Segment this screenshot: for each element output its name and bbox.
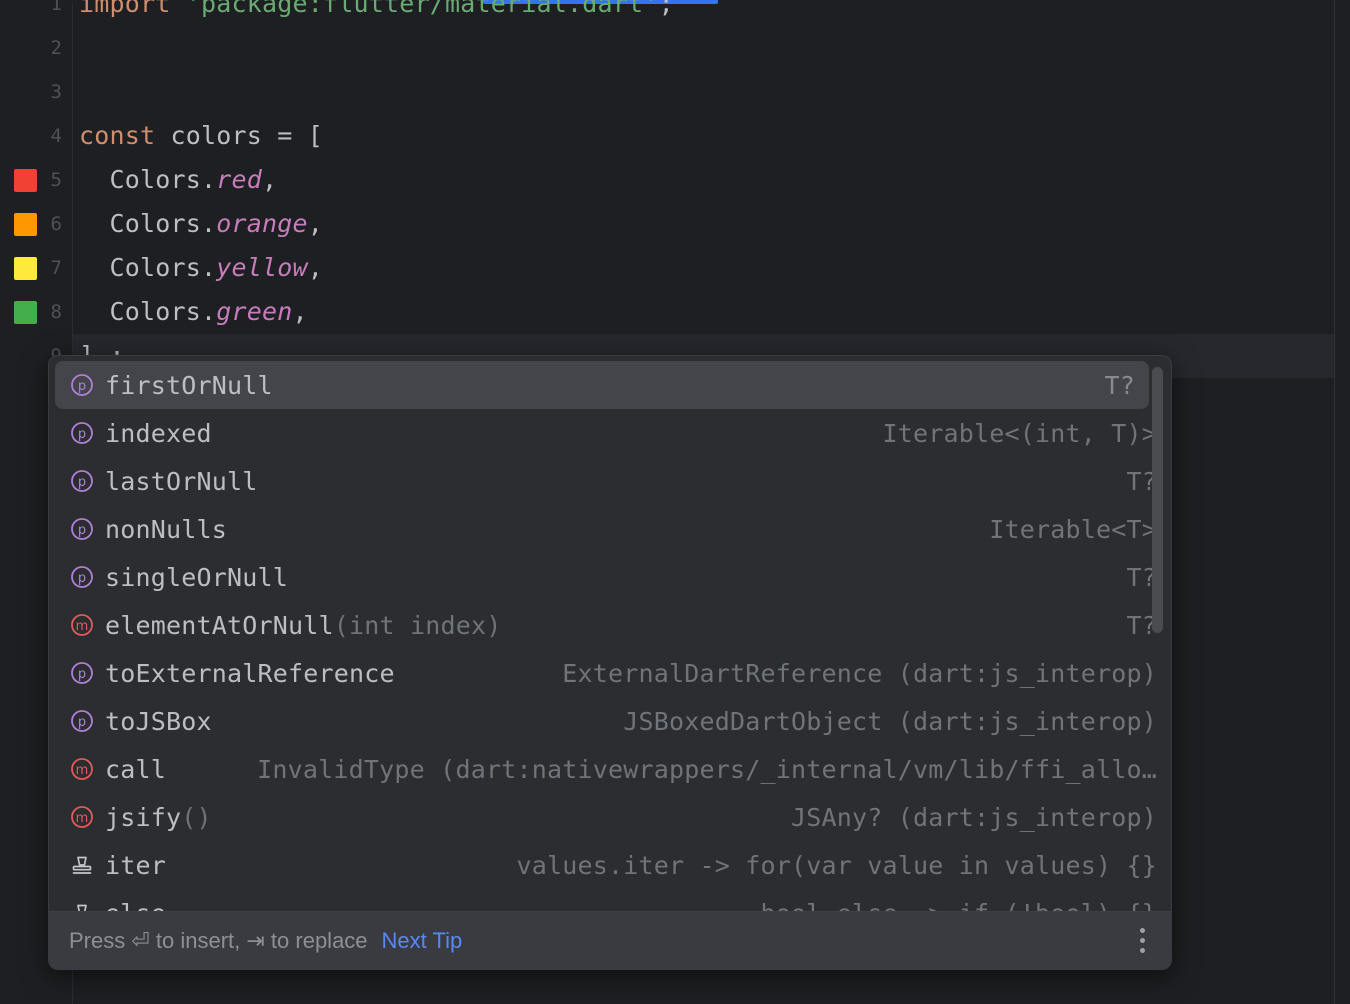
- completion-item-name: lastOrNull: [105, 466, 258, 496]
- code-line[interactable]: Colors.green,: [73, 290, 1334, 334]
- gutter-line-number: 2: [50, 37, 62, 59]
- completion-item[interactable]: p indexed Iterable<(int, T)>: [49, 409, 1171, 457]
- completion-item-type: JSBoxedDartObject (dart:js_interop): [623, 706, 1157, 736]
- completion-item-name: singleOrNull: [105, 562, 289, 592]
- color-swatch-icon[interactable]: [14, 169, 37, 192]
- completion-item-name: toExternalReference: [105, 658, 395, 688]
- completion-item-name: nonNulls: [105, 514, 228, 544]
- completion-item-type: T?: [1104, 370, 1135, 400]
- property-icon: p: [67, 418, 97, 448]
- completion-item[interactable]: p singleOrNull T?: [49, 553, 1171, 601]
- svg-text:p: p: [78, 475, 86, 490]
- code-completion-popup[interactable]: p firstOrNull T? p indexed Iterable<(int, T)>…: [48, 355, 1172, 970]
- completion-item[interactable]: iter values.iter -> for(var value in valu…: [49, 841, 1171, 889]
- next-tip-link[interactable]: Next Tip: [382, 928, 463, 954]
- svg-text:m: m: [76, 619, 89, 634]
- completion-item-name: jsify: [105, 802, 182, 832]
- more-options-icon[interactable]: [1129, 924, 1155, 958]
- color-swatch-icon[interactable]: [14, 213, 37, 236]
- code-token-kw: import: [79, 0, 186, 18]
- code-line[interactable]: [73, 26, 1334, 70]
- completion-footer: Press ⏎ to insert, ⇥ to replace Next Tip: [49, 911, 1171, 969]
- code-token-prop: yellow: [216, 253, 308, 282]
- property-icon: p: [67, 514, 97, 544]
- code-token-punc: ,: [307, 253, 324, 282]
- code-token-kw: const: [79, 121, 171, 150]
- code-line[interactable]: Colors.yellow,: [73, 246, 1334, 290]
- completion-item-name: elementAtOrNull: [105, 610, 334, 640]
- method-icon: m: [67, 754, 97, 784]
- code-line[interactable]: import 'package:flutter/material.dart';: [73, 0, 1334, 26]
- completion-item-name: toJSBox: [105, 706, 212, 736]
- code-token-str: 'package:flutter/material.dart': [185, 0, 659, 18]
- completion-item[interactable]: p lastOrNull T?: [49, 457, 1171, 505]
- code-token-plain: Colors.: [79, 253, 217, 282]
- property-icon: p: [67, 562, 97, 592]
- completion-item[interactable]: m jsify() JSAny? (dart:js_interop): [49, 793, 1171, 841]
- completion-item-type: ExternalDartReference (dart:js_interop): [562, 658, 1157, 688]
- completion-item-type: JSAny? (dart:js_interop): [790, 802, 1157, 832]
- completion-item-params: (): [181, 802, 212, 832]
- completion-item-type: Iterable<(int, T)>: [882, 418, 1157, 448]
- svg-text:p: p: [78, 571, 86, 586]
- svg-text:p: p: [78, 667, 86, 682]
- completion-scrollbar[interactable]: [1150, 361, 1164, 916]
- code-token-plain: Colors.: [79, 297, 217, 326]
- completion-item[interactable]: p toJSBox JSBoxedDartObject (dart:js_inter…: [49, 697, 1171, 745]
- code-token-plain: Colors.: [79, 165, 217, 194]
- svg-text:p: p: [78, 715, 86, 730]
- completion-item-name: iter: [105, 850, 167, 880]
- code-token-prop: orange: [216, 209, 308, 238]
- completion-item-type: Iterable<T>: [989, 514, 1157, 544]
- color-swatch-icon[interactable]: [14, 257, 37, 280]
- property-icon: p: [67, 370, 97, 400]
- completion-item-name: call: [105, 754, 167, 784]
- completion-item-name: firstOrNull: [105, 370, 273, 400]
- completion-item-type: InvalidType (dart:nativewrappers/_intern…: [257, 754, 1157, 784]
- completion-item-type: values.iter -> for(var value in values) …: [516, 850, 1157, 880]
- completion-item-list[interactable]: p firstOrNull T? p indexed Iterable<(int, T)>…: [49, 361, 1171, 916]
- svg-text:m: m: [76, 811, 89, 826]
- svg-text:m: m: [76, 763, 89, 778]
- gutter-line-number: 4: [50, 125, 62, 147]
- property-icon: p: [67, 706, 97, 736]
- code-token-punc: ,: [262, 165, 278, 194]
- live-template-icon: [67, 850, 97, 880]
- method-icon: m: [67, 802, 97, 832]
- svg-text:p: p: [78, 427, 86, 442]
- completion-item[interactable]: m elementAtOrNull (int index) T?: [49, 601, 1171, 649]
- code-line[interactable]: Colors.orange,: [73, 202, 1334, 246]
- completion-hint-text: Press ⏎ to insert, ⇥ to replace: [69, 927, 368, 953]
- completion-item[interactable]: m call InvalidType (dart:nativewrappers/_i…: [49, 745, 1171, 793]
- method-icon: m: [67, 610, 97, 640]
- code-token-prop: red: [216, 165, 263, 194]
- code-token-prop: green: [216, 297, 293, 326]
- property-icon: p: [67, 466, 97, 496]
- gutter-line-number: 1: [50, 0, 62, 15]
- completion-item-name: indexed: [105, 418, 212, 448]
- code-line[interactable]: [73, 70, 1334, 114]
- code-line[interactable]: Colors.red,: [73, 158, 1334, 202]
- editor-scrollbar-strip[interactable]: [1335, 0, 1350, 1004]
- code-token-punc: ,: [292, 297, 308, 326]
- code-token-plain: colors = [: [170, 121, 324, 150]
- completion-item[interactable]: p firstOrNull T?: [55, 361, 1149, 409]
- completion-item-params: (int index): [333, 610, 502, 640]
- color-swatch-icon[interactable]: [14, 301, 37, 324]
- svg-text:p: p: [78, 379, 86, 394]
- code-token-punc: ;: [658, 0, 674, 18]
- completion-item[interactable]: p nonNulls Iterable<T>: [49, 505, 1171, 553]
- code-token-plain: Colors.: [79, 209, 217, 238]
- gutter-line-number: 3: [50, 81, 62, 103]
- code-line[interactable]: const colors = [: [73, 114, 1334, 158]
- completion-scrollbar-thumb[interactable]: [1152, 367, 1163, 633]
- ide-editor-window: 123456789 import 'package:flutter/materi…: [0, 0, 1350, 1004]
- code-token-punc: ,: [307, 209, 324, 238]
- svg-text:p: p: [78, 523, 86, 538]
- property-icon: p: [67, 658, 97, 688]
- completion-item[interactable]: p toExternalReference ExternalDartReferenc…: [49, 649, 1171, 697]
